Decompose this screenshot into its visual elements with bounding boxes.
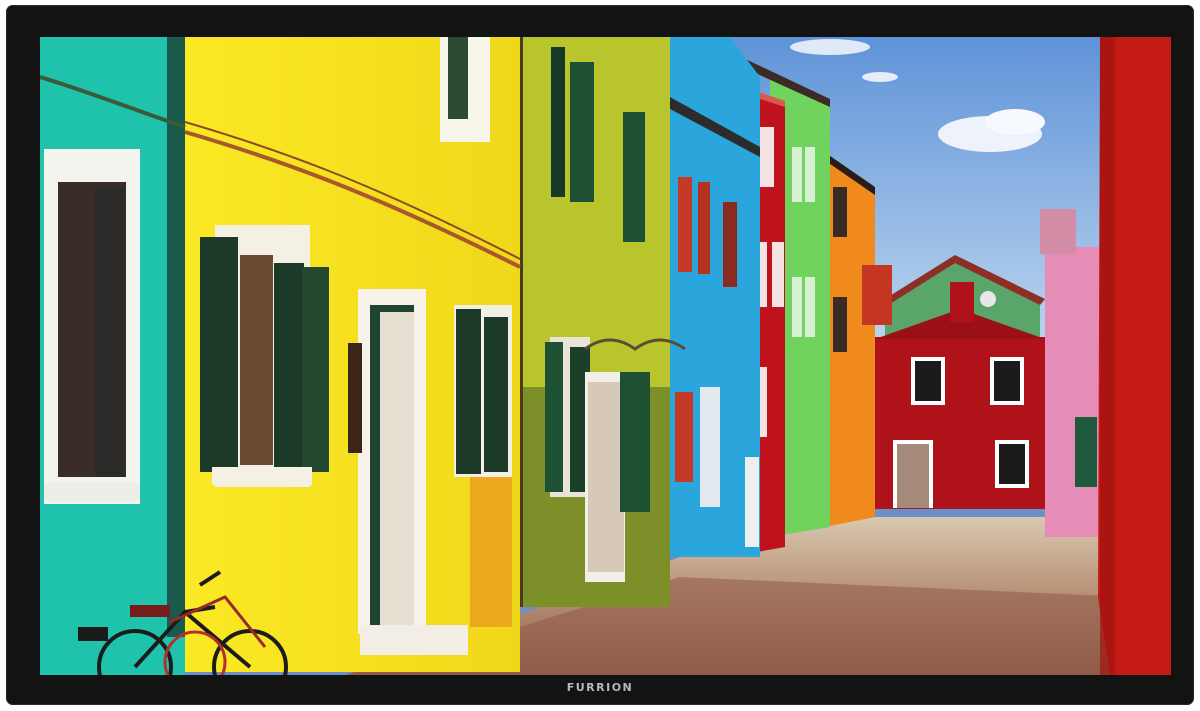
door-light bbox=[380, 312, 414, 632]
window bbox=[723, 202, 737, 287]
cloud bbox=[790, 39, 870, 55]
tv-frame: FURRION bbox=[6, 5, 1194, 705]
shutter bbox=[570, 62, 594, 202]
shutter bbox=[623, 112, 645, 242]
yellow-house-corner-shade bbox=[470, 477, 512, 627]
window-glass bbox=[999, 444, 1025, 484]
wall-shading bbox=[1100, 37, 1115, 675]
window bbox=[760, 127, 774, 187]
shutter bbox=[95, 187, 125, 477]
window bbox=[805, 277, 815, 337]
window-glass bbox=[240, 255, 273, 465]
street-scene-image bbox=[40, 37, 1171, 675]
satellite-dish bbox=[980, 291, 996, 307]
window bbox=[805, 147, 815, 202]
window-sill bbox=[212, 467, 312, 485]
bicycle-seat bbox=[130, 605, 170, 617]
shutter bbox=[551, 47, 565, 197]
wall-lamp bbox=[348, 343, 362, 453]
cloud bbox=[985, 109, 1045, 135]
shutter bbox=[302, 267, 329, 472]
tv-screen bbox=[40, 37, 1171, 675]
shutter bbox=[448, 37, 468, 119]
shutter bbox=[200, 237, 238, 472]
shutter bbox=[545, 342, 563, 492]
chimney bbox=[1040, 209, 1076, 254]
pink-house bbox=[1045, 247, 1103, 537]
door-step bbox=[360, 625, 468, 655]
brand-logo: FURRION bbox=[566, 681, 634, 694]
bicycle-seat bbox=[78, 627, 108, 641]
window bbox=[792, 277, 802, 337]
chimney bbox=[950, 282, 974, 322]
shutter bbox=[698, 182, 710, 274]
window bbox=[792, 147, 802, 202]
window bbox=[833, 187, 847, 237]
window bbox=[1075, 417, 1097, 487]
shutter bbox=[675, 392, 693, 482]
curtain bbox=[700, 387, 720, 507]
shutter bbox=[274, 263, 304, 473]
window bbox=[833, 297, 847, 352]
curtain bbox=[588, 382, 624, 572]
shutter bbox=[484, 317, 508, 472]
window-sill bbox=[44, 482, 140, 502]
small-red-house bbox=[862, 265, 892, 325]
shutter bbox=[678, 177, 692, 272]
shutter bbox=[620, 372, 650, 512]
shutter bbox=[456, 309, 481, 474]
window-glass bbox=[994, 361, 1020, 401]
door-panel bbox=[897, 444, 929, 508]
curtain bbox=[745, 457, 759, 547]
window bbox=[772, 242, 784, 307]
orange-house bbox=[825, 157, 875, 527]
window-glass bbox=[915, 361, 941, 401]
cloud bbox=[862, 72, 898, 82]
